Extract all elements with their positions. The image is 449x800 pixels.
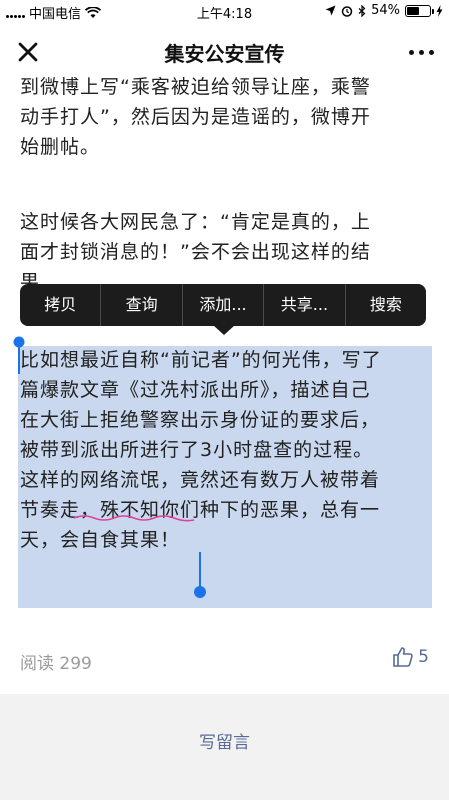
text-line: 被带到派出所进行了3小时盘查的过程。 [20,439,374,461]
text-context-menu: 拷贝 查询 添加... 共享... 搜索 [20,284,426,326]
battery-percent: 54% [371,3,400,18]
battery-level [407,6,419,15]
menu-share[interactable]: 共享... [264,284,346,326]
selection-start-handle[interactable] [12,336,26,374]
thumbs-up-icon [393,647,413,667]
charging-bolt-icon [436,4,443,17]
article-stats: 阅读 299 5 [0,640,449,680]
spell-underline [73,515,195,522]
menu-lookup[interactable]: 查询 [101,284,183,326]
page-title: 集安公安宣传 [164,42,285,66]
text-line: 天，会自食其果！ [20,529,181,551]
like-count: 5 [418,647,429,667]
text-line: 篇爆款文章《过冼村派出所》，描述自己 [20,379,371,401]
like-button[interactable]: 5 [392,646,429,668]
write-comment-button[interactable]: 写留言 [0,728,449,753]
menu-copy[interactable]: 拷贝 [20,284,102,326]
text-line: 比如想最近自称“前记者”的何光伟，写了 [20,349,382,371]
article-selected: 比如想最近自称“前记者”的何光伟，写了 篇爆款文章《过冼村派出所》，描述自己 在… [0,70,449,630]
context-menu-pointer [213,325,235,335]
more-icon[interactable] [407,44,435,60]
text-line: 这样的网络流氓，竟然还有数万人被带着 [20,469,381,491]
text-line: 在大街上拒绝警察出示身份证的要求后， [20,409,381,431]
menu-add[interactable]: 添加... [183,284,265,326]
battery-icon [405,4,434,17]
alarm-icon [341,5,353,17]
menu-search[interactable]: 搜索 [346,284,426,326]
status-bar: 中国电信 上午4:18 54% [0,0,449,22]
status-right: 54% [325,3,443,18]
location-arrow-icon [325,5,336,16]
bluetooth-icon [358,4,366,17]
selection-end-handle[interactable] [192,552,208,600]
read-count: 阅读 299 [20,654,92,674]
